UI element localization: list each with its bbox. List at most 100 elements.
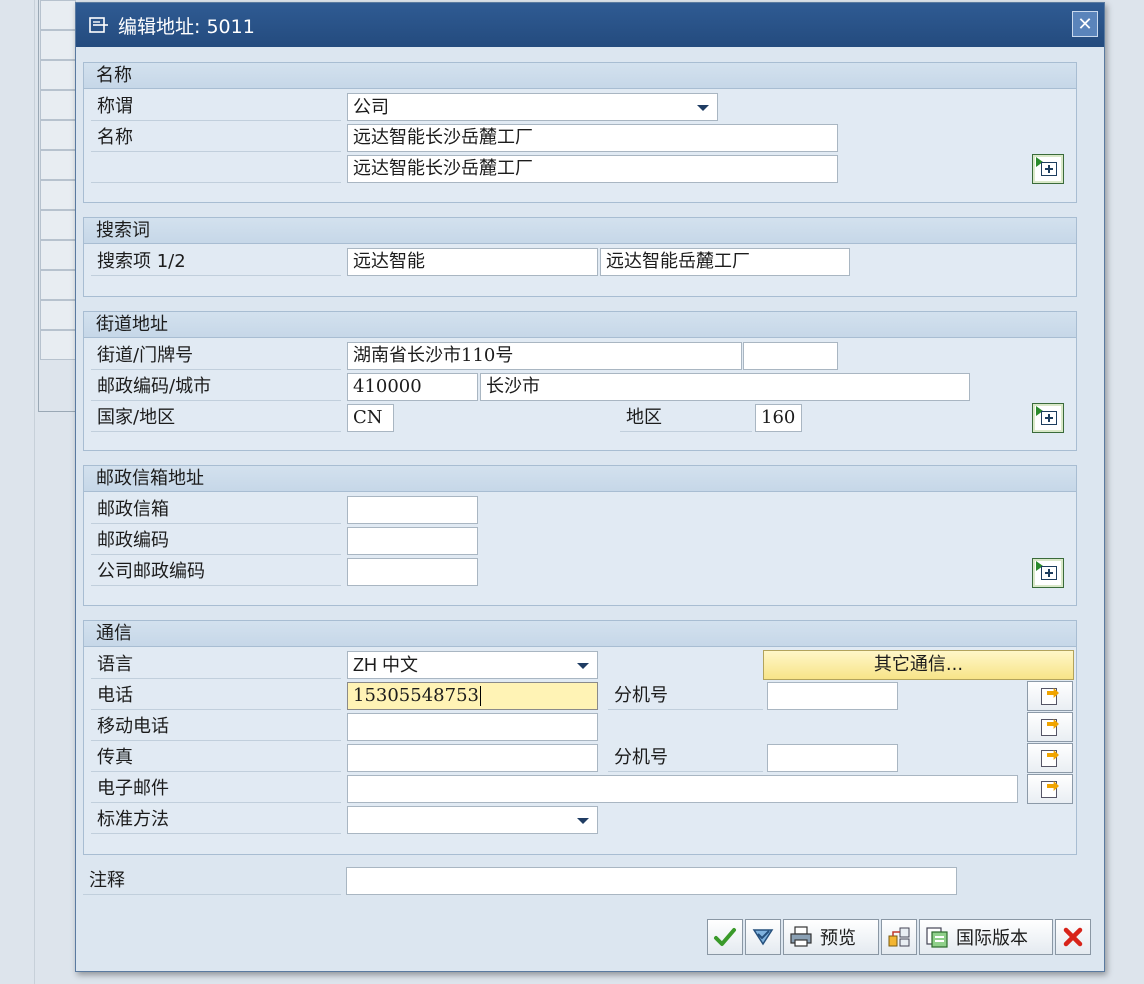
salutation-value: 公司	[353, 97, 389, 117]
search-term1-input[interactable]: 远达智能	[347, 248, 598, 276]
search-group-header: 搜索词	[84, 218, 1076, 244]
name-group: 名称 称谓 公司 名称 远达智能长沙岳麓工厂 远达智能长沙岳麓工厂	[83, 62, 1077, 203]
checkmark-icon	[712, 924, 738, 950]
country-label: 国家/地区	[91, 404, 341, 432]
dialog-title: 编辑地址: 5011	[118, 15, 255, 38]
street-group-header: 街道地址	[84, 312, 1076, 338]
note-label: 注释	[83, 867, 341, 895]
confirm-button[interactable]	[707, 919, 743, 955]
email-input[interactable]	[347, 775, 1018, 803]
search-term-group: 搜索词 搜索项 1/2 远达智能 远达智能岳麓工厂	[83, 217, 1077, 297]
phone-ext-input[interactable]	[767, 682, 898, 710]
phone-value: 15305548753	[353, 685, 479, 706]
pobox-postal-label: 邮政编码	[91, 527, 341, 555]
cancel-button[interactable]	[1055, 919, 1091, 955]
international-version-label: 国际版本	[956, 928, 1028, 949]
fax-input[interactable]	[347, 744, 598, 772]
edit-address-dialog: 编辑地址: 5011 ✕ 名称 称谓 公司 名称 远达智能长沙岳麓工厂 远达智能…	[75, 2, 1105, 972]
row-selector	[40, 90, 76, 120]
pobox-postal-input[interactable]	[347, 527, 478, 555]
street-label: 街道/门牌号	[91, 342, 341, 370]
search-term2-input[interactable]: 远达智能岳麓工厂	[600, 248, 850, 276]
pobox-input[interactable]	[347, 496, 478, 524]
close-button[interactable]: ✕	[1072, 11, 1098, 37]
communication-group: 通信 语言 ZH 中文 其它通信... 电话 15305548753 分机号 移	[83, 620, 1077, 855]
fax-ext-input[interactable]	[767, 744, 898, 772]
background-table-bottom	[38, 411, 78, 412]
mobile-details-button[interactable]	[1027, 712, 1073, 742]
region-input[interactable]: 160	[755, 404, 802, 432]
note-row: 注释	[83, 865, 1077, 897]
international-version-button[interactable]: 国际版本	[919, 919, 1053, 955]
pobox-label: 邮政信箱	[91, 496, 341, 524]
printer-icon	[788, 924, 814, 950]
hierarchy-button[interactable]	[881, 919, 917, 955]
row-selector	[40, 210, 76, 240]
name-label: 名称	[91, 124, 341, 152]
focus-corner	[593, 705, 597, 709]
name1-input[interactable]: 远达智能长沙岳麓工厂	[347, 124, 838, 152]
check-entries-icon	[750, 924, 776, 950]
chevron-down-icon[interactable]	[697, 105, 709, 111]
dialog-titlebar: 编辑地址: 5011 ✕	[76, 3, 1104, 47]
language-dropdown[interactable]: ZH 中文	[347, 651, 598, 679]
dialog-toolbar: 预览 国际版本	[76, 907, 1104, 971]
focus-corner	[348, 705, 352, 709]
search-term-label: 搜索项 1/2	[91, 248, 341, 276]
text-cursor	[479, 686, 481, 706]
row-selector	[40, 180, 76, 210]
mobile-input[interactable]	[347, 713, 598, 741]
hierarchy-icon	[886, 924, 912, 950]
salutation-dropdown[interactable]: 公司	[347, 93, 718, 121]
postal-city-label: 邮政编码/城市	[91, 373, 341, 401]
plus-icon-vertical	[1048, 414, 1050, 422]
note-input[interactable]	[346, 867, 957, 895]
country-input[interactable]: CN	[347, 404, 394, 432]
name2-label	[91, 155, 341, 183]
phone-details-button[interactable]	[1027, 681, 1073, 711]
row-selector	[40, 150, 76, 180]
std-method-label: 标准方法	[91, 806, 341, 834]
postal-code-input[interactable]: 410000	[347, 373, 478, 401]
row-selector	[40, 270, 76, 300]
row-selector	[40, 330, 76, 360]
background-table-edge	[38, 0, 39, 412]
email-label: 电子邮件	[91, 775, 341, 803]
plus-icon-vertical	[1048, 569, 1050, 577]
phone-ext-label: 分机号	[608, 682, 763, 710]
expand-pobox-button[interactable]	[1032, 558, 1064, 588]
chevron-down-icon[interactable]	[577, 663, 589, 669]
house-number-input[interactable]	[743, 342, 838, 370]
edit-document-icon	[88, 16, 110, 34]
row-selector	[40, 60, 76, 90]
other-communication-button[interactable]: 其它通信...	[763, 650, 1074, 680]
std-method-dropdown[interactable]	[347, 806, 598, 834]
language-value: ZH 中文	[353, 655, 418, 675]
comm-group-header: 通信	[84, 621, 1076, 647]
street-address-group: 街道地址 街道/门牌号 湖南省长沙市110号 邮政编码/城市 410000 长沙…	[83, 311, 1077, 451]
expand-name-button[interactable]	[1032, 154, 1064, 184]
phone-input[interactable]: 15305548753	[347, 682, 598, 710]
cancel-x-icon	[1060, 924, 1086, 950]
focus-corner	[348, 683, 352, 687]
background-row-selectors	[40, 0, 76, 380]
company-postal-input[interactable]	[347, 558, 478, 586]
check-entries-button[interactable]	[745, 919, 781, 955]
city-input[interactable]: 长沙市	[480, 373, 970, 401]
email-details-button[interactable]	[1027, 774, 1073, 804]
language-label: 语言	[91, 651, 341, 679]
expand-street-button[interactable]	[1032, 403, 1064, 433]
fax-label: 传真	[91, 744, 341, 772]
street-input[interactable]: 湖南省长沙市110号	[347, 342, 742, 370]
plus-icon-vertical	[1048, 165, 1050, 173]
row-selector	[40, 300, 76, 330]
dialog-content: 名称 称谓 公司 名称 远达智能长沙岳麓工厂 远达智能长沙岳麓工厂 搜索词 搜索…	[76, 47, 1104, 910]
pobox-group-header: 邮政信箱地址	[84, 466, 1076, 492]
row-selector	[40, 240, 76, 270]
chevron-down-icon[interactable]	[577, 818, 589, 824]
preview-button[interactable]: 预览	[783, 919, 879, 955]
international-version-icon	[924, 924, 950, 950]
name2-input[interactable]: 远达智能长沙岳麓工厂	[347, 155, 838, 183]
close-icon: ✕	[1077, 13, 1093, 35]
fax-details-button[interactable]	[1027, 743, 1073, 773]
